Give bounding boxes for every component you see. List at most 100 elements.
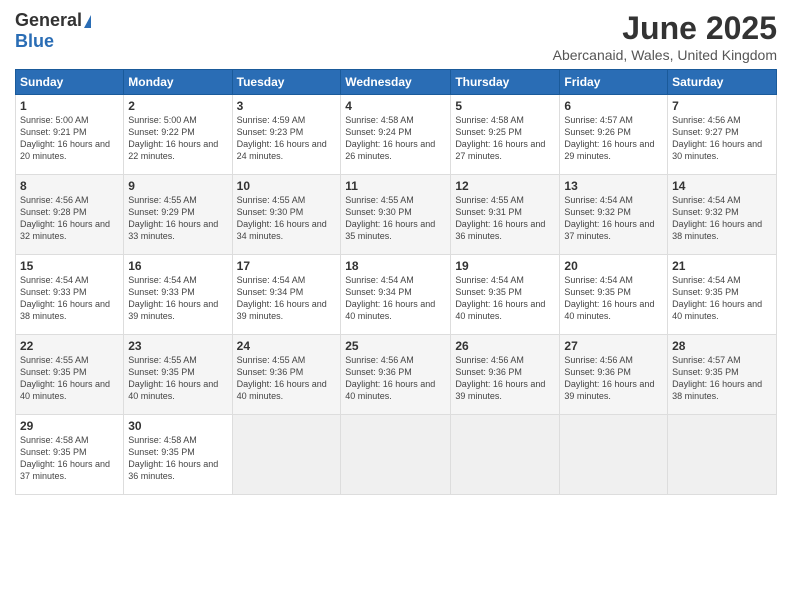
page-container: General Blue June 2025 Abercanaid, Wales… [0,0,792,505]
table-row: 5 Sunrise: 4:58 AMSunset: 9:25 PMDayligh… [451,95,560,175]
table-row: 6 Sunrise: 4:57 AMSunset: 9:26 PMDayligh… [560,95,668,175]
col-wednesday: Wednesday [341,70,451,95]
day-number: 30 [128,419,227,433]
day-info: Sunrise: 4:59 AMSunset: 9:23 PMDaylight:… [237,115,327,161]
day-number: 6 [564,99,663,113]
day-info: Sunrise: 4:55 AMSunset: 9:30 PMDaylight:… [237,195,327,241]
table-row: 21 Sunrise: 4:54 AMSunset: 9:35 PMDaylig… [668,255,777,335]
day-number: 10 [237,179,337,193]
logo: General Blue [15,10,91,52]
day-info: Sunrise: 5:00 AMSunset: 9:21 PMDaylight:… [20,115,110,161]
day-number: 25 [345,339,446,353]
day-info: Sunrise: 5:00 AMSunset: 9:22 PMDaylight:… [128,115,218,161]
day-info: Sunrise: 4:54 AMSunset: 9:32 PMDaylight:… [564,195,654,241]
table-row: 14 Sunrise: 4:54 AMSunset: 9:32 PMDaylig… [668,175,777,255]
day-info: Sunrise: 4:57 AMSunset: 9:26 PMDaylight:… [564,115,654,161]
day-info: Sunrise: 4:54 AMSunset: 9:35 PMDaylight:… [455,275,545,321]
table-row: 18 Sunrise: 4:54 AMSunset: 9:34 PMDaylig… [341,255,451,335]
table-row: 26 Sunrise: 4:56 AMSunset: 9:36 PMDaylig… [451,335,560,415]
day-number: 28 [672,339,772,353]
day-info: Sunrise: 4:56 AMSunset: 9:28 PMDaylight:… [20,195,110,241]
col-friday: Friday [560,70,668,95]
day-number: 3 [237,99,337,113]
table-row: 17 Sunrise: 4:54 AMSunset: 9:34 PMDaylig… [232,255,341,335]
calendar-week-row: 1 Sunrise: 5:00 AMSunset: 9:21 PMDayligh… [16,95,777,175]
day-number: 4 [345,99,446,113]
calendar-table: Sunday Monday Tuesday Wednesday Thursday… [15,69,777,495]
day-number: 20 [564,259,663,273]
day-info: Sunrise: 4:54 AMSunset: 9:34 PMDaylight:… [345,275,435,321]
calendar-week-row: 22 Sunrise: 4:55 AMSunset: 9:35 PMDaylig… [16,335,777,415]
table-row: 29 Sunrise: 4:58 AMSunset: 9:35 PMDaylig… [16,415,124,495]
table-row: 19 Sunrise: 4:54 AMSunset: 9:35 PMDaylig… [451,255,560,335]
month-title: June 2025 [553,10,777,47]
day-number: 2 [128,99,227,113]
day-info: Sunrise: 4:54 AMSunset: 9:33 PMDaylight:… [128,275,218,321]
table-row: 10 Sunrise: 4:55 AMSunset: 9:30 PMDaylig… [232,175,341,255]
title-block: June 2025 Abercanaid, Wales, United King… [553,10,777,63]
col-thursday: Thursday [451,70,560,95]
day-number: 29 [20,419,119,433]
table-row: 30 Sunrise: 4:58 AMSunset: 9:35 PMDaylig… [124,415,232,495]
table-row: 12 Sunrise: 4:55 AMSunset: 9:31 PMDaylig… [451,175,560,255]
day-info: Sunrise: 4:54 AMSunset: 9:33 PMDaylight:… [20,275,110,321]
day-info: Sunrise: 4:57 AMSunset: 9:35 PMDaylight:… [672,355,762,401]
day-number: 15 [20,259,119,273]
col-monday: Monday [124,70,232,95]
day-info: Sunrise: 4:55 AMSunset: 9:31 PMDaylight:… [455,195,545,241]
day-info: Sunrise: 4:56 AMSunset: 9:36 PMDaylight:… [564,355,654,401]
day-info: Sunrise: 4:58 AMSunset: 9:35 PMDaylight:… [20,435,110,481]
col-tuesday: Tuesday [232,70,341,95]
table-row [668,415,777,495]
day-info: Sunrise: 4:54 AMSunset: 9:34 PMDaylight:… [237,275,327,321]
day-number: 8 [20,179,119,193]
table-row: 15 Sunrise: 4:54 AMSunset: 9:33 PMDaylig… [16,255,124,335]
location: Abercanaid, Wales, United Kingdom [553,47,777,63]
table-row [341,415,451,495]
table-row: 20 Sunrise: 4:54 AMSunset: 9:35 PMDaylig… [560,255,668,335]
day-number: 22 [20,339,119,353]
table-row: 27 Sunrise: 4:56 AMSunset: 9:36 PMDaylig… [560,335,668,415]
header: General Blue June 2025 Abercanaid, Wales… [15,10,777,63]
table-row: 8 Sunrise: 4:56 AMSunset: 9:28 PMDayligh… [16,175,124,255]
day-info: Sunrise: 4:54 AMSunset: 9:35 PMDaylight:… [564,275,654,321]
table-row: 2 Sunrise: 5:00 AMSunset: 9:22 PMDayligh… [124,95,232,175]
logo-general-text: General [15,10,82,30]
day-info: Sunrise: 4:54 AMSunset: 9:35 PMDaylight:… [672,275,762,321]
table-row: 28 Sunrise: 4:57 AMSunset: 9:35 PMDaylig… [668,335,777,415]
day-number: 12 [455,179,555,193]
table-row: 9 Sunrise: 4:55 AMSunset: 9:29 PMDayligh… [124,175,232,255]
day-number: 23 [128,339,227,353]
calendar-header-row: Sunday Monday Tuesday Wednesday Thursday… [16,70,777,95]
table-row: 13 Sunrise: 4:54 AMSunset: 9:32 PMDaylig… [560,175,668,255]
calendar-week-row: 29 Sunrise: 4:58 AMSunset: 9:35 PMDaylig… [16,415,777,495]
calendar-week-row: 8 Sunrise: 4:56 AMSunset: 9:28 PMDayligh… [16,175,777,255]
calendar-week-row: 15 Sunrise: 4:54 AMSunset: 9:33 PMDaylig… [16,255,777,335]
col-sunday: Sunday [16,70,124,95]
table-row: 7 Sunrise: 4:56 AMSunset: 9:27 PMDayligh… [668,95,777,175]
day-number: 14 [672,179,772,193]
day-info: Sunrise: 4:55 AMSunset: 9:35 PMDaylight:… [20,355,110,401]
day-number: 7 [672,99,772,113]
day-number: 11 [345,179,446,193]
table-row [451,415,560,495]
day-info: Sunrise: 4:55 AMSunset: 9:35 PMDaylight:… [128,355,218,401]
day-info: Sunrise: 4:56 AMSunset: 9:36 PMDaylight:… [455,355,545,401]
day-number: 27 [564,339,663,353]
day-number: 1 [20,99,119,113]
day-info: Sunrise: 4:56 AMSunset: 9:27 PMDaylight:… [672,115,762,161]
table-row: 22 Sunrise: 4:55 AMSunset: 9:35 PMDaylig… [16,335,124,415]
day-info: Sunrise: 4:55 AMSunset: 9:29 PMDaylight:… [128,195,218,241]
table-row: 11 Sunrise: 4:55 AMSunset: 9:30 PMDaylig… [341,175,451,255]
day-info: Sunrise: 4:55 AMSunset: 9:36 PMDaylight:… [237,355,327,401]
day-number: 19 [455,259,555,273]
day-number: 16 [128,259,227,273]
day-info: Sunrise: 4:54 AMSunset: 9:32 PMDaylight:… [672,195,762,241]
day-number: 18 [345,259,446,273]
table-row: 25 Sunrise: 4:56 AMSunset: 9:36 PMDaylig… [341,335,451,415]
day-info: Sunrise: 4:58 AMSunset: 9:35 PMDaylight:… [128,435,218,481]
table-row [232,415,341,495]
day-info: Sunrise: 4:58 AMSunset: 9:25 PMDaylight:… [455,115,545,161]
day-number: 17 [237,259,337,273]
table-row [560,415,668,495]
